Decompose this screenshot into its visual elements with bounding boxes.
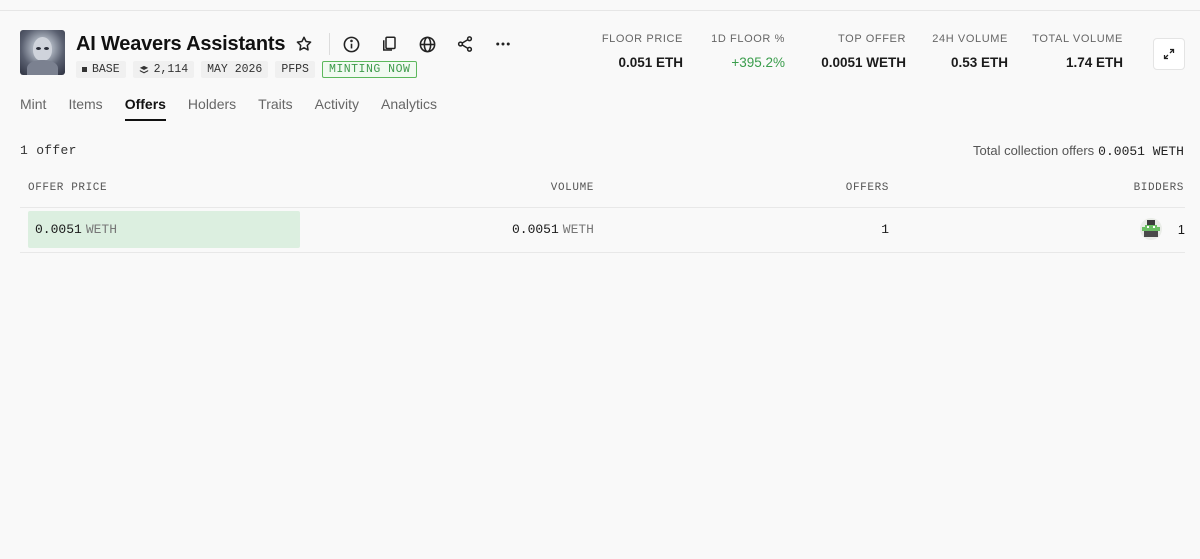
column-offer-price[interactable]: OFFER PRICE	[28, 182, 107, 194]
total-collection-offers: Total collection offers 0.0051 WETH	[973, 143, 1184, 159]
star-icon[interactable]	[291, 31, 317, 57]
offer-count: 1 offer	[20, 143, 77, 158]
copy-icon[interactable]	[376, 31, 402, 57]
offers-cell: 1	[881, 222, 889, 237]
chain-badge: BASE	[76, 61, 126, 78]
action-icons	[338, 31, 516, 57]
meta-row: BASE 2,114 MAY 2026 PFPS MINTING NOW	[76, 61, 418, 78]
bidders-cell: 1	[1177, 222, 1185, 237]
tab-mint[interactable]: Mint	[20, 96, 46, 121]
tab-bar: Mint Items Offers Holders Traits Activit…	[20, 96, 459, 121]
tab-items[interactable]: Items	[68, 96, 102, 121]
items-count-badge: 2,114	[132, 61, 195, 78]
category-badge: PFPS	[275, 61, 315, 78]
offer-price-cell: 0.0051 WETH	[35, 222, 118, 237]
collection-avatar[interactable]	[20, 30, 65, 75]
stat-top-offer: TOP OFFER 0.0051 WETH	[821, 33, 906, 70]
stat-total-volume: TOTAL VOLUME 1.74 ETH	[1032, 33, 1123, 70]
column-offers[interactable]: OFFERS	[846, 182, 889, 194]
tab-traits[interactable]: Traits	[258, 96, 292, 121]
total-label: Total collection offers	[973, 143, 1095, 158]
column-volume[interactable]: VOLUME	[551, 182, 594, 194]
column-bidders[interactable]: BIDDERS	[1134, 182, 1184, 194]
date-badge: MAY 2026	[201, 61, 269, 78]
base-icon	[82, 67, 87, 72]
tab-activity[interactable]: Activity	[315, 96, 359, 121]
collection-title: AI Weavers Assistants	[76, 32, 286, 55]
row-divider	[20, 252, 1185, 253]
top-border	[0, 10, 1200, 11]
minting-status-badge[interactable]: MINTING NOW	[321, 61, 418, 78]
stat-1d-floor: 1D FLOOR % +395.2%	[711, 33, 785, 70]
volume-cell: 0.0051 WETH	[511, 222, 594, 237]
table-row[interactable]: 0.0051 WETH 0.0051 WETH 1 1	[20, 208, 1185, 252]
expand-button[interactable]	[1153, 38, 1185, 70]
stat-24h-volume: 24H VOLUME 0.53 ETH	[932, 33, 1008, 70]
layers-icon	[139, 65, 148, 73]
info-icon[interactable]	[338, 31, 364, 57]
title-row: AI Weavers Assistants	[76, 31, 516, 57]
total-value: 0.0051 WETH	[1098, 144, 1184, 159]
share-icon[interactable]	[452, 31, 478, 57]
tab-offers[interactable]: Offers	[124, 96, 166, 121]
more-icon[interactable]	[490, 31, 516, 57]
expand-icon	[1163, 48, 1175, 60]
bidder-avatar[interactable]	[1140, 218, 1162, 240]
divider	[329, 33, 331, 55]
stat-floor-price: FLOOR PRICE 0.051 ETH	[601, 33, 683, 70]
tab-holders[interactable]: Holders	[188, 96, 236, 121]
globe-icon[interactable]	[414, 31, 440, 57]
tab-analytics[interactable]: Analytics	[381, 96, 437, 121]
